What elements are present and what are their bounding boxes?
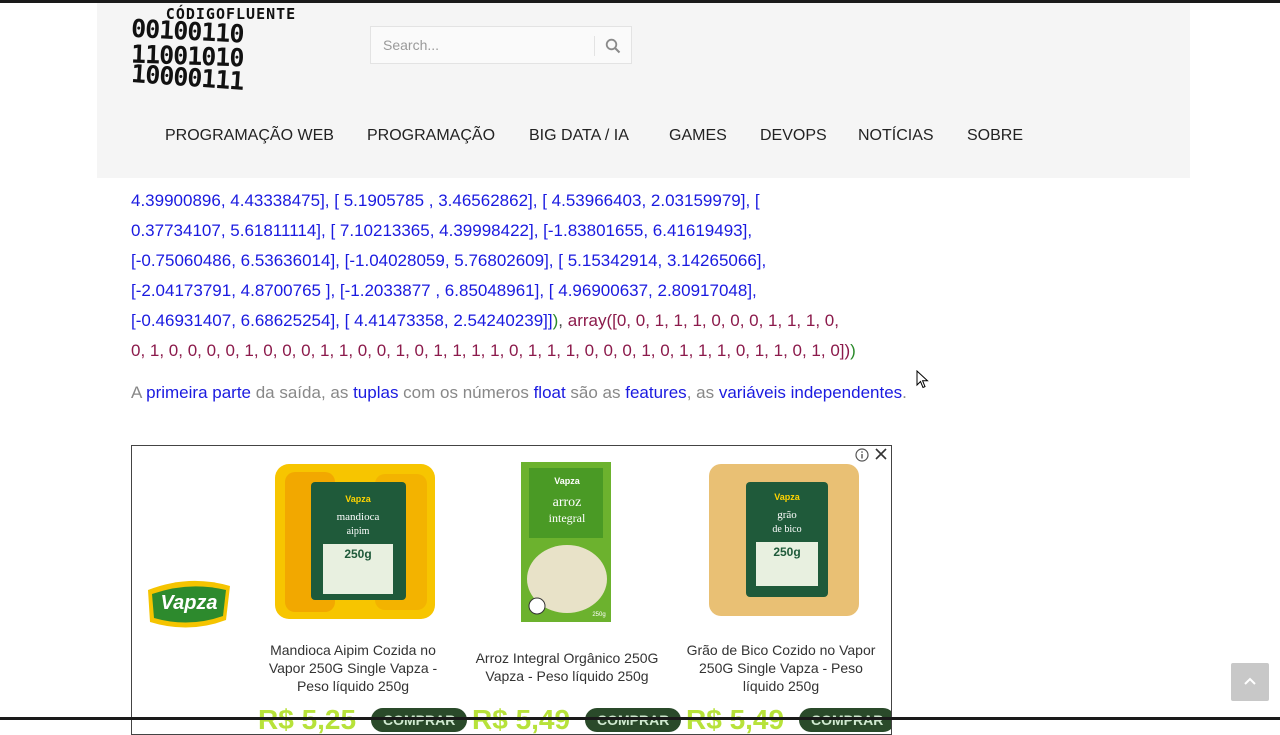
buy-button[interactable]: COMPRAR [585,708,682,732]
code-line-4: [-2.04173791, 4.8700765 ], [-1.2033877 ,… [131,281,757,300]
package-brand: Vapza [554,476,581,486]
code-line-1: 4.39900896, 4.43338475], [ 5.1905785 , 3… [131,191,760,210]
code-line-5-array: array([0, 0, 1, 1, 1, 0, 0, 0, 1, 1, 1, … [567,311,839,330]
ad-close-icon[interactable] [874,447,888,461]
code-line-5: [-0.46931407, 6.68625254], [ 4.41473358,… [131,306,911,336]
code-line-2: 0.37734107, 5.61811114], [ 7.10213365, 4… [131,221,753,240]
package-label-line-2: aipim [347,526,370,537]
search-input[interactable] [371,36,595,54]
article-content: 4.39900896, 4.43338475], [ 5.1905785 , 3… [131,186,911,408]
code-line-6-paren: ) [850,341,856,360]
para-keyword-primeira-parte: primeira parte [146,383,251,402]
package-label-line-2: integral [549,511,586,525]
mouse-cursor-icon [916,370,929,389]
search-separator [594,36,595,56]
package-label-line-1: mandioca [337,511,380,523]
product-name[interactable]: Arroz Integral Orgânico 250G Vapza - Pes… [472,649,662,685]
package-weight: 250g [773,545,800,559]
code-line-5-comma: , [558,311,568,330]
nav-noticias[interactable]: NOTÍCIAS [858,127,967,145]
para-keyword-features: features [625,383,687,402]
nav-programacao[interactable]: PROGRAMAÇÃO [367,127,529,145]
product-image-grao-de-bico: Vapza grão de bico 250g [691,454,871,629]
package-weight: 250g [344,547,371,561]
nav-programacao-web[interactable]: PROGRAMAÇÃO WEB [165,127,367,145]
para-keyword-tuplas: tuplas [353,383,399,402]
para-text-3: com os números [398,383,534,402]
ad-banner[interactable]: Vapza Vapza mandioca aipim 250g Mandioca… [131,445,892,735]
package-weight: 250g [592,612,605,618]
main-nav: PROGRAMAÇÃO WEB PROGRAMAÇÃO BIG DATA / I… [165,127,1023,145]
product-name[interactable]: Mandioca Aipim Cozida no Vapor 250G Sing… [258,641,448,695]
chevron-up-icon [1244,677,1256,685]
para-text-5: , as [686,383,719,402]
product-image-mandioca: Vapza mandioca aipim 250g [263,454,443,629]
search-box [370,26,632,64]
package-brand: Vapza [345,494,372,504]
package-label-line-2: de bico [772,524,801,535]
site-logo[interactable]: CÓDIGOFLUENTE 00100110 11001010 10000111 [130,5,331,97]
code-output: 4.39900896, 4.43338475], [ 5.1905785 , 3… [131,186,911,366]
para-keyword-variaveis: variáveis independentes [718,383,903,402]
nav-big-data-ia[interactable]: BIG DATA / IA [529,127,669,145]
code-line-3: [-0.75060486, 6.53636014], [-1.04028059,… [131,251,767,270]
package-brand: Vapza [774,492,801,502]
buy-button[interactable]: COMPRAR [799,708,891,732]
para-text-4: são as [565,383,626,402]
nav-devops[interactable]: DEVOPS [760,127,858,145]
scroll-to-top-button[interactable] [1231,663,1269,701]
ad-product-grao-de-bico[interactable]: Vapza grão de bico 250g Grão de Bico Coz… [686,454,876,695]
search-icon[interactable] [605,38,621,54]
vapza-logo[interactable]: Vapza [144,576,234,632]
product-image-arroz: Vapza arroz integral 250g [477,454,657,629]
product-name[interactable]: Grão de Bico Cozido no Vapor 250G Single… [686,641,876,695]
para-keyword-float: float [533,383,566,402]
vapza-logo-text: Vapza [160,592,217,614]
code-line-6: 0, 1, 0, 0, 0, 0, 1, 0, 0, 0, 1, 1, 0, 0… [131,336,911,366]
nav-sobre[interactable]: SOBRE [967,127,1023,145]
site-header: CÓDIGOFLUENTE 00100110 11001010 10000111… [97,3,1190,178]
code-line-5-features: [-0.46931407, 6.68625254], [ 4.41473358,… [131,311,553,330]
para-text-2: da saída, as [251,383,354,402]
para-text-6: . [902,383,907,402]
article-paragraph: A primeira parte da saída, as tuplas com… [131,378,911,408]
para-text-1: A [131,383,147,402]
package-label-line-1: arroz [553,495,582,510]
nav-games[interactable]: GAMES [669,127,760,145]
ad-product-arroz[interactable]: Vapza arroz integral 250g Arroz Integral… [472,454,662,685]
buy-button[interactable]: COMPRAR [371,708,468,732]
package-label-line-1: grão [777,509,797,521]
ad-product-mandioca[interactable]: Vapza mandioca aipim 250g Mandioca Aipim… [258,454,448,695]
code-line-6-array: 0, 1, 0, 0, 0, 0, 1, 0, 0, 0, 1, 1, 0, 0… [131,341,851,360]
